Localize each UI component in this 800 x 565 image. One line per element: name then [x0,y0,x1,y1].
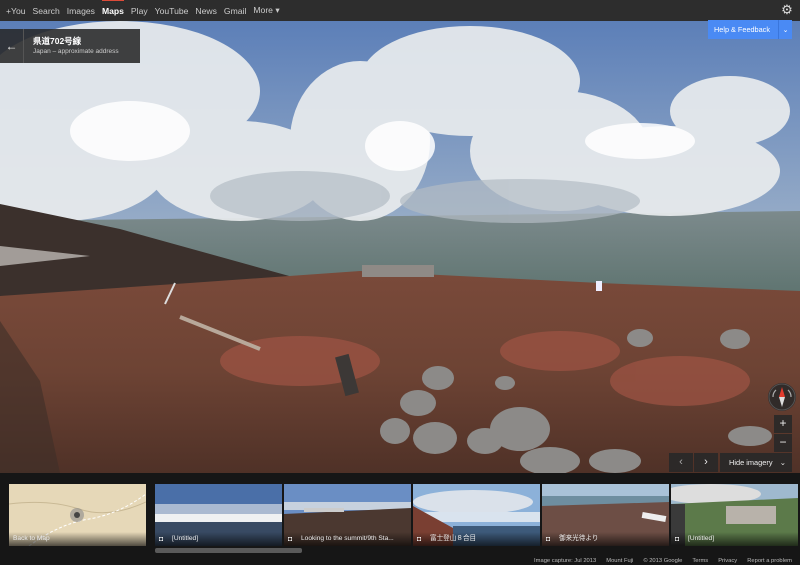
back-arrow-icon[interactable]: ← [0,29,24,63]
chevron-down-icon: ⌄ [779,458,786,467]
street-view-page: +You Search Images Maps Play YouTube New… [0,0,800,565]
nav-play[interactable]: Play [131,6,148,16]
nav-news[interactable]: News [195,6,217,16]
photo-thumb[interactable]: ◘ [Untitled] [671,484,798,546]
compass-icon[interactable] [768,383,796,411]
nav-more[interactable]: More ▾ [253,5,279,16]
photo-thumb[interactable]: ◘ 御来光待より [542,484,669,546]
photo-caption: [Untitled] [688,535,715,542]
nav-you[interactable]: +You [6,6,26,16]
address-title: 県道702号線 [33,35,82,46]
hide-imagery-label: Hide imagery [729,458,773,467]
nav-gmail[interactable]: Gmail [224,6,246,16]
privacy-link[interactable]: Privacy [718,558,737,564]
photo-caption: 御来光待より [559,535,599,542]
gear-icon[interactable]: ⚙ [780,3,794,17]
back-to-map-thumb[interactable]: Back to Map [9,484,146,546]
help-feedback-button[interactable]: Help & Feedback ⌄ [708,20,792,39]
camera-icon: ◘ [159,535,164,543]
photo-thumb[interactable]: ◘ 富士登山８合目 [413,484,540,546]
help-feedback-label: Help & Feedback [714,25,770,34]
report-problem-link[interactable]: Report a problem [747,558,792,564]
camera-icon: ◘ [546,535,551,543]
google-top-bar: +You Search Images Maps Play YouTube New… [0,0,800,21]
panorama-image [0,21,800,473]
nav-images[interactable]: Images [67,6,95,16]
photo-caption: 富士登山８合目 [430,535,477,542]
street-view-panorama[interactable] [0,21,800,473]
previous-image-button[interactable]: ‹ [669,453,693,472]
terms-link[interactable]: Terms [692,558,708,564]
photo-caption: [Untitled] [172,535,199,542]
image-capture-date: Image capture: Jul 2013 [534,557,597,564]
photo-caption: Looking to the summit/9th Sta... [301,535,394,542]
nav-maps[interactable]: Maps [101,0,124,16]
zoom-out-button[interactable]: − [774,434,792,452]
hide-imagery-button[interactable]: Hide imagery ⌄ [720,453,792,472]
back-to-map-label: Back to Map [9,532,146,546]
photo-thumb[interactable]: ◘ [Untitled] [155,484,282,546]
camera-icon: ◘ [417,535,422,543]
next-image-button[interactable]: › [694,453,718,472]
chevron-down-icon[interactable]: ⌄ [778,20,792,39]
photo-thumb[interactable]: ◘ Looking to the summit/9th Sta... [284,484,411,546]
camera-icon: ◘ [288,535,293,543]
address-card: ← 県道702号線 Japan – approximate address [0,29,140,63]
nav-search[interactable]: Search [33,6,60,16]
copyright: © 2013 Google [643,557,683,564]
camera-icon: ◘ [675,535,680,543]
nav-youtube[interactable]: YouTube [155,6,189,16]
place-name: Mount Fuji [606,557,634,564]
address-subtitle: Japan – approximate address [33,47,119,55]
footer: Image capture: Jul 2013 Mount Fuji © 201… [0,556,800,565]
zoom-in-button[interactable]: + [774,415,792,433]
filmstrip-scrollbar[interactable] [155,548,302,553]
